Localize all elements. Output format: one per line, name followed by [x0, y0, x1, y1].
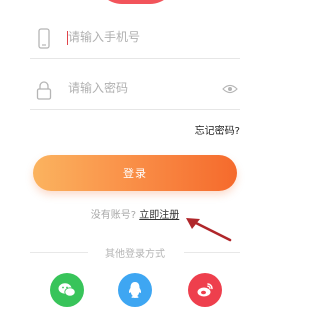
lock-icon [36, 81, 52, 100]
phone-field [30, 20, 240, 59]
divider-right [184, 252, 240, 253]
password-input[interactable] [68, 81, 228, 95]
wechat-icon [58, 283, 76, 297]
register-link[interactable]: 立即注册 [139, 210, 179, 221]
eye-icon[interactable] [222, 83, 238, 95]
login-button[interactable]: 登录 [33, 155, 237, 191]
wechat-login-button[interactable] [50, 273, 84, 307]
qq-login-button[interactable] [118, 273, 152, 307]
annotation-arrow [186, 218, 232, 242]
password-field [30, 71, 240, 110]
app-logo [96, 0, 176, 4]
no-account-text: 没有账号? [90, 210, 137, 221]
phone-input[interactable] [68, 30, 228, 44]
weibo-login-button[interactable] [188, 273, 222, 307]
qq-icon [128, 282, 142, 298]
weibo-icon [197, 283, 213, 297]
phone-icon [38, 28, 50, 49]
forgot-password-link[interactable]: 忘记密码? [195, 122, 240, 137]
